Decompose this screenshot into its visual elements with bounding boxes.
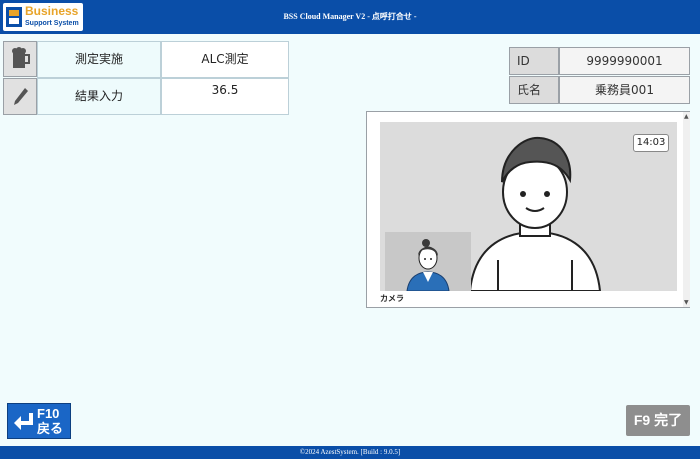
footer-copyright: ©2024 AzestSystem. [Build : 9.0.5] — [0, 446, 700, 459]
measurement-label: 測定実施 — [37, 41, 161, 78]
camera-label: カメラ — [380, 294, 404, 303]
name-value: 乗務員001 — [559, 76, 690, 104]
name-label: 氏名 — [509, 76, 559, 104]
back-label: 戻る — [37, 421, 64, 436]
self-view — [385, 232, 471, 291]
camera-scrollbar[interactable]: ▲ ▼ — [683, 112, 690, 307]
done-button[interactable]: F9 完了 — [626, 405, 690, 436]
person-info-table: ID 9999990001 氏名 乗務員001 — [509, 47, 690, 104]
beer-mug-icon — [3, 41, 37, 77]
self-person-illustration — [406, 239, 450, 291]
video-clock: 14:03 — [633, 134, 669, 152]
title-bar: Business Support System BSS Cloud Manage… — [0, 0, 700, 34]
window-title: BSS Cloud Manager V2 - 点呼打合せ - — [283, 12, 417, 21]
back-key-label: F10 — [37, 406, 60, 421]
result-input-field[interactable]: 36.5 — [161, 78, 289, 115]
scroll-up-arrow-icon[interactable]: ▲ — [684, 113, 689, 120]
camera-panel: 14:03 カメラ ▲ ▼ — [366, 111, 690, 308]
result-input-label: 結果入力 — [37, 78, 161, 115]
id-label: ID — [509, 47, 559, 75]
measurement-value[interactable]: ALC測定 — [161, 41, 289, 78]
pen-icon — [3, 78, 37, 115]
id-value: 9999990001 — [559, 47, 690, 75]
measurement-table: 測定実施 ALC測定 結果入力 36.5 — [3, 41, 289, 115]
scroll-down-arrow-icon[interactable]: ▼ — [684, 299, 689, 306]
return-arrow-icon — [14, 413, 33, 430]
back-button[interactable]: F10 戻る — [7, 403, 71, 439]
